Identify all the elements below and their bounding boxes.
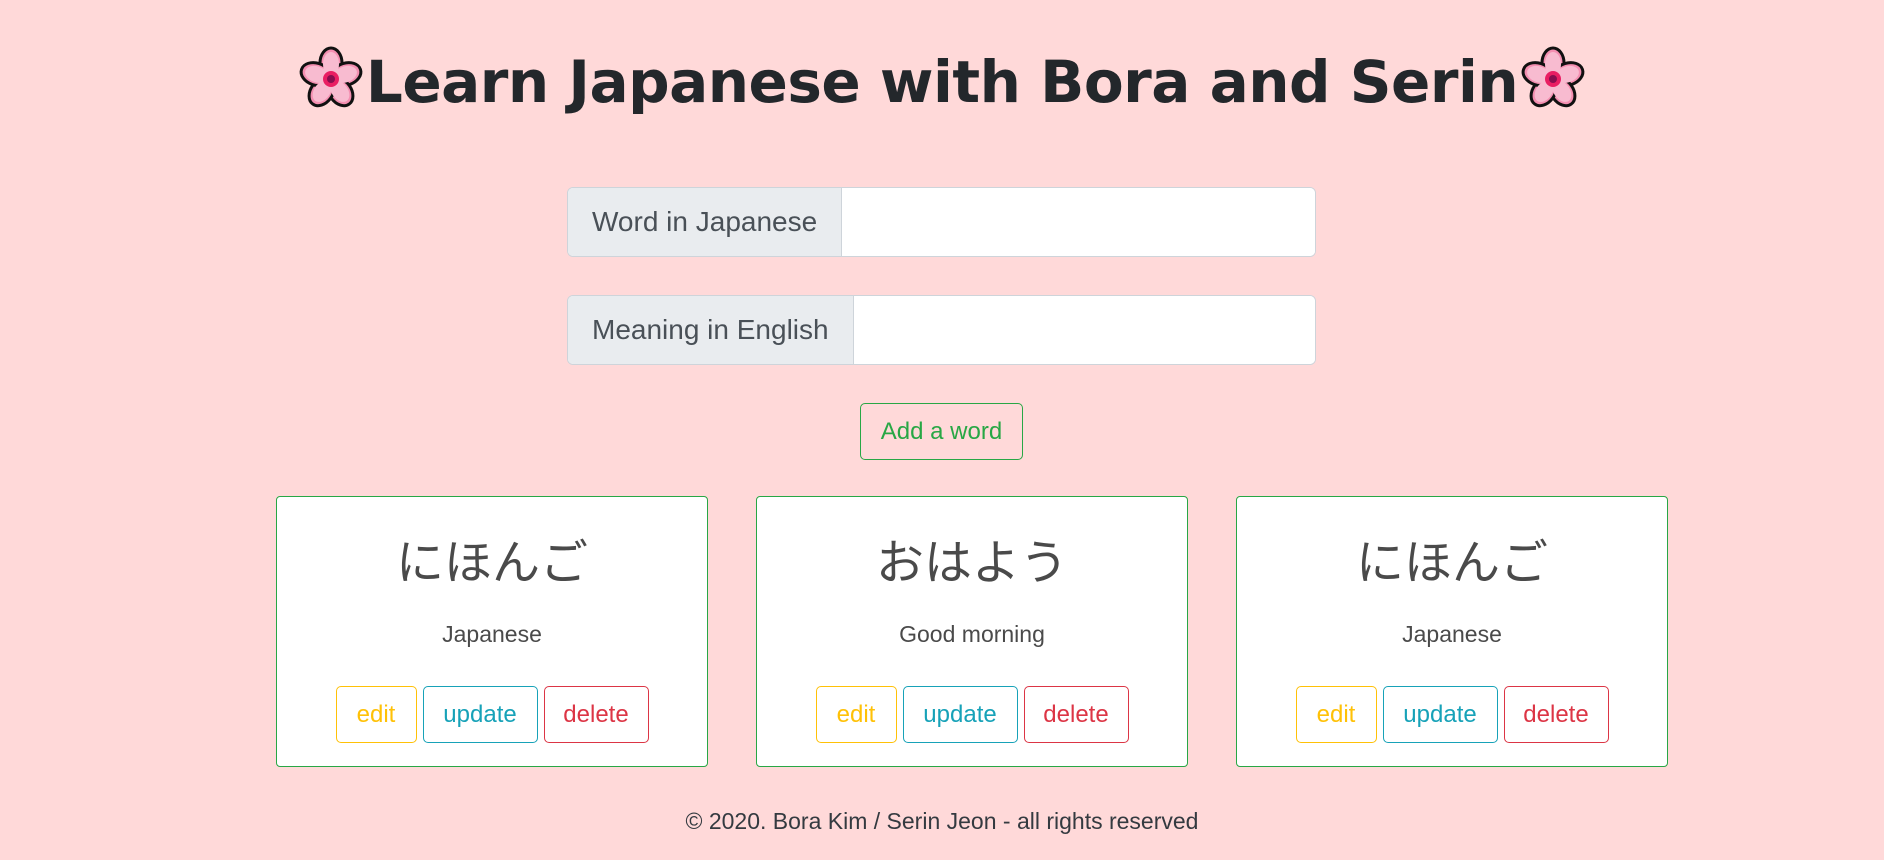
update-button[interactable]: update [1382, 686, 1498, 743]
cherry-blossom-icon [1518, 44, 1588, 114]
japanese-word-label: Word in Japanese [568, 188, 843, 256]
card-english-meaning: Japanese [1402, 621, 1502, 647]
edit-button[interactable]: edit [335, 686, 417, 743]
english-meaning-input[interactable] [853, 296, 1315, 364]
japanese-word-input[interactable] [842, 188, 1315, 256]
word-card: にほんご Japanese edit update delete [276, 496, 708, 767]
card-english-meaning: Good morning [899, 621, 1045, 647]
card-japanese-word: にほんご [1355, 535, 1548, 591]
word-card: にほんご Japanese edit update delete [1236, 496, 1668, 767]
card-japanese-word: にほんご [395, 535, 588, 591]
page-title-text: Learn Japanese with Bora and Serin [365, 48, 1519, 116]
card-actions: edit update delete [277, 686, 707, 743]
edit-button[interactable]: edit [815, 686, 897, 743]
card-english-meaning: Japanese [442, 621, 542, 647]
card-japanese-word: おはよう [875, 535, 1068, 591]
card-actions: edit update delete [757, 686, 1187, 743]
japanese-word-group: Word in Japanese [567, 187, 1316, 257]
delete-button[interactable]: delete [1503, 686, 1609, 743]
footer-copyright: © 2020. Bora Kim / Serin Jeon - all righ… [685, 808, 1199, 834]
delete-button[interactable]: delete [1023, 686, 1129, 743]
update-button[interactable]: update [902, 686, 1018, 743]
english-meaning-label: Meaning in English [568, 296, 854, 364]
page-title: Learn Japanese with Bora and Serin [0, 42, 1884, 122]
card-actions: edit update delete [1237, 686, 1667, 743]
cherry-blossom-icon [296, 44, 366, 114]
edit-button[interactable]: edit [1295, 686, 1377, 743]
word-card-list: にほんご Japanese edit update delete おはよう Go… [276, 496, 1668, 767]
english-meaning-group: Meaning in English [567, 295, 1316, 365]
delete-button[interactable]: delete [543, 686, 649, 743]
word-card: おはよう Good morning edit update delete [756, 496, 1188, 767]
update-button[interactable]: update [422, 686, 538, 743]
add-word-button[interactable]: Add a word [860, 403, 1023, 460]
